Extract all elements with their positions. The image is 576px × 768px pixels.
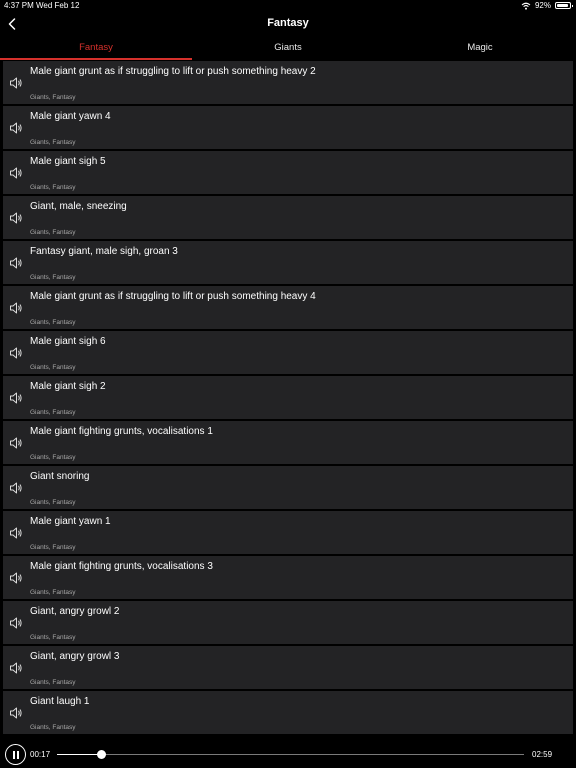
sound-tags: Giants, Fantasy xyxy=(30,634,76,641)
elapsed-time: 00:17 xyxy=(30,750,51,759)
progress-thumb[interactable] xyxy=(97,750,107,759)
player-bar: 00:17 02:59 xyxy=(0,741,576,768)
tab-giants[interactable]: Giants xyxy=(192,38,384,60)
status-bar: 4:37 PM Wed Feb 12 92% xyxy=(0,0,576,12)
sound-tags: Giants, Fantasy xyxy=(30,499,76,506)
sound-title: Male giant fighting grunts, vocalisation… xyxy=(30,426,213,437)
sound-item[interactable]: Giant, male, sneezing Giants, Fantasy xyxy=(3,196,573,239)
sound-title: Giant, angry growl 2 xyxy=(30,606,120,617)
sound-title: Male giant yawn 4 xyxy=(30,111,111,122)
sound-item[interactable]: Male giant yawn 1 Giants, Fantasy xyxy=(3,511,573,554)
sound-item[interactable]: Male giant grunt as if struggling to lif… xyxy=(3,61,573,104)
sound-tags: Giants, Fantasy xyxy=(30,724,76,731)
sound-tags: Giants, Fantasy xyxy=(30,274,76,281)
sound-title: Fantasy giant, male sigh, groan 3 xyxy=(30,246,178,257)
page-title: Fantasy xyxy=(267,17,309,29)
speaker-icon[interactable] xyxy=(9,121,23,135)
speaker-icon[interactable] xyxy=(9,166,23,180)
sound-title: Giant, male, sneezing xyxy=(30,201,127,212)
speaker-icon[interactable] xyxy=(9,76,23,90)
sound-item[interactable]: Male giant sigh 5 Giants, Fantasy xyxy=(3,151,573,194)
sound-title: Male giant grunt as if struggling to lif… xyxy=(30,291,316,302)
speaker-icon[interactable] xyxy=(9,616,23,630)
sound-item[interactable]: Giant, angry growl 3 Giants, Fantasy xyxy=(3,646,573,689)
sound-title: Male giant sigh 2 xyxy=(30,381,106,392)
speaker-icon[interactable] xyxy=(9,211,23,225)
sound-title: Male giant grunt as if struggling to lif… xyxy=(30,66,316,77)
sound-title: Male giant yawn 1 xyxy=(30,516,111,527)
progress-slider[interactable] xyxy=(57,750,524,759)
speaker-icon[interactable] xyxy=(9,526,23,540)
battery-icon xyxy=(555,2,573,9)
speaker-icon[interactable] xyxy=(9,661,23,675)
sound-title: Male giant sigh 5 xyxy=(30,156,106,167)
sound-tags: Giants, Fantasy xyxy=(30,319,76,326)
sound-tags: Giants, Fantasy xyxy=(30,184,76,191)
tab-fantasy[interactable]: Fantasy xyxy=(0,38,192,60)
speaker-icon[interactable] xyxy=(9,571,23,585)
sound-item[interactable]: Fantasy giant, male sigh, groan 3 Giants,… xyxy=(3,241,573,284)
pause-button[interactable] xyxy=(5,744,26,765)
sound-title: Male giant fighting grunts, vocalisation… xyxy=(30,561,213,572)
sound-item[interactable]: Giant laugh 1 Giants, Fantasy xyxy=(3,691,573,734)
sound-tags: Giants, Fantasy xyxy=(30,139,76,146)
progress-fill xyxy=(57,754,102,755)
sound-tags: Giants, Fantasy xyxy=(30,544,76,551)
sound-list[interactable]: Male giant grunt as if struggling to lif… xyxy=(0,61,576,741)
category-tabs: Fantasy Giants Magic xyxy=(0,38,576,60)
wifi-icon xyxy=(521,2,531,10)
sound-item[interactable]: Male giant sigh 2 Giants, Fantasy xyxy=(3,376,573,419)
sound-item[interactable]: Male giant fighting grunts, vocalisation… xyxy=(3,421,573,464)
speaker-icon[interactable] xyxy=(9,256,23,270)
sound-tags: Giants, Fantasy xyxy=(30,229,76,236)
speaker-icon[interactable] xyxy=(9,436,23,450)
status-right: 92% xyxy=(521,1,573,10)
sound-tags: Giants, Fantasy xyxy=(30,589,76,596)
sound-item[interactable]: Male giant grunt as if struggling to lif… xyxy=(3,286,573,329)
speaker-icon[interactable] xyxy=(9,346,23,360)
sound-tags: Giants, Fantasy xyxy=(30,364,76,371)
sound-tags: Giants, Fantasy xyxy=(30,454,76,461)
speaker-icon[interactable] xyxy=(9,481,23,495)
battery-fill xyxy=(557,4,568,7)
sound-title: Giant snoring xyxy=(30,471,90,482)
sound-tags: Giants, Fantasy xyxy=(30,409,76,416)
sound-title: Giant, angry growl 3 xyxy=(30,651,120,662)
speaker-icon[interactable] xyxy=(9,391,23,405)
battery-percent: 92% xyxy=(534,1,551,10)
sound-tags: Giants, Fantasy xyxy=(30,94,76,101)
sound-tags: Giants, Fantasy xyxy=(30,679,76,686)
sound-item[interactable]: Male giant sigh 6 Giants, Fantasy xyxy=(3,331,573,374)
sound-item[interactable]: Giant snoring Giants, Fantasy xyxy=(3,466,573,509)
total-time: 02:59 xyxy=(532,750,553,759)
status-date: Wed Feb 12 xyxy=(36,1,80,10)
tab-magic[interactable]: Magic xyxy=(384,38,576,60)
sound-item[interactable]: Giant, angry growl 2 Giants, Fantasy xyxy=(3,601,573,644)
speaker-icon[interactable] xyxy=(9,706,23,720)
sound-item[interactable]: Male giant fighting grunts, vocalisation… xyxy=(3,556,573,599)
navigation-bar: Fantasy xyxy=(0,12,576,38)
sound-item[interactable]: Male giant yawn 4 Giants, Fantasy xyxy=(3,106,573,149)
speaker-icon[interactable] xyxy=(9,301,23,315)
sound-title: Male giant sigh 6 xyxy=(30,336,106,347)
sound-title: Giant laugh 1 xyxy=(30,696,90,707)
status-time: 4:37 PM xyxy=(4,1,34,10)
app-screen: 4:37 PM Wed Feb 12 92% Fantasy Fantasy G… xyxy=(0,0,576,768)
